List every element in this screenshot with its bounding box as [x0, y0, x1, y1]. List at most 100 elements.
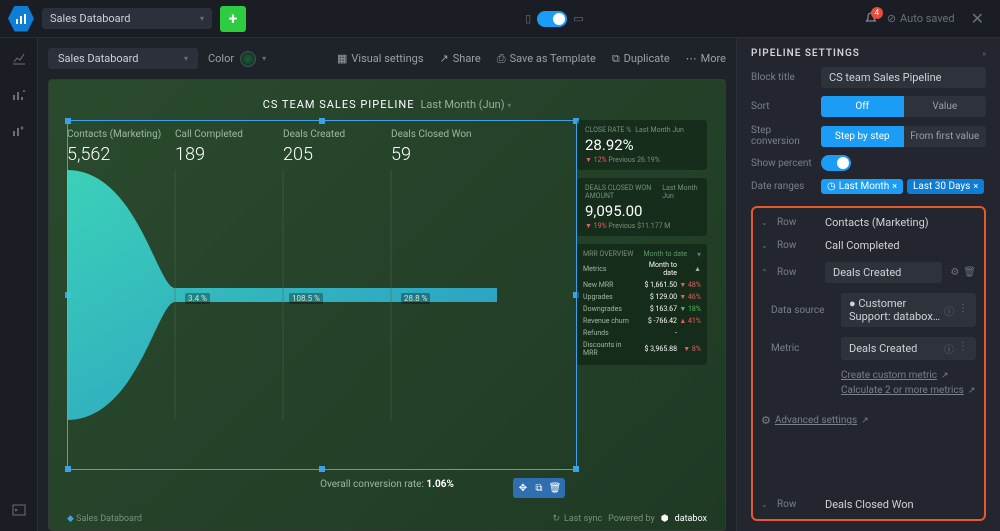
- copy-icon[interactable]: ⧉: [532, 481, 546, 495]
- sort-value-button[interactable]: Value: [904, 96, 987, 117]
- visual-settings-button[interactable]: ▦Visual settings: [337, 52, 424, 66]
- add-board-button[interactable]: +: [220, 6, 246, 32]
- panel-heading: PIPELINE SETTINGS: [751, 48, 860, 59]
- rail-goals-icon[interactable]: [10, 122, 28, 140]
- trash-icon[interactable]: 🗑: [548, 481, 562, 495]
- pipeline-row[interactable]: ⌄ Row Call Completed: [761, 239, 976, 252]
- down-arrow-icon: ▼: [585, 222, 594, 230]
- chevron-down-icon: ⌄: [761, 218, 769, 227]
- date-chip[interactable]: Last 30 Days×: [907, 179, 984, 194]
- step-pct: 3.4 %: [185, 293, 210, 304]
- from-first-button[interactable]: From first value: [904, 126, 987, 147]
- external-icon: ↗: [968, 386, 976, 396]
- rail-console-icon[interactable]: [10, 501, 28, 519]
- more-icon[interactable]: ⋮: [958, 303, 968, 318]
- more-button[interactable]: ⋯More: [686, 52, 726, 66]
- pipeline-row[interactable]: ⌄ Row Contacts (Marketing): [761, 216, 976, 229]
- metric-select[interactable]: Deals Createdⓘ⋮: [841, 337, 976, 360]
- check-circle-icon: ⊘: [887, 12, 896, 25]
- device-preview: ▯ ▭: [525, 11, 583, 27]
- desktop-icon[interactable]: ▭: [573, 12, 583, 25]
- settings-panel: PIPELINE SETTINGS » Block title CS team …: [736, 38, 1000, 531]
- save-template-button[interactable]: ⎙Save as Template: [497, 52, 596, 66]
- more-icon[interactable]: ⋮: [958, 341, 968, 356]
- board-selector[interactable]: Sales Databoard ▾: [42, 8, 212, 29]
- external-icon: ↗: [861, 416, 869, 426]
- sort-segment: Off Value: [821, 96, 986, 117]
- duplicate-button[interactable]: ⧉Duplicate: [612, 52, 670, 66]
- trash-icon[interactable]: 🗑: [963, 267, 976, 278]
- more-icon: ⋯: [686, 52, 697, 65]
- date-range-chips: ◷Last Month× Last 30 Days×: [821, 179, 984, 194]
- collapse-icon[interactable]: »: [982, 49, 986, 58]
- kpi-card-mrr[interactable]: MRR OVERVIEWMonth to date ▾ MetricsMonth…: [577, 244, 707, 365]
- data-source-label: Data source: [771, 305, 833, 316]
- board-selector-label: Sales Databoard: [50, 12, 130, 25]
- board-indicator-icon: ◆: [67, 514, 74, 524]
- table-row: Revenue churn$ -766.42▲ 41%: [583, 315, 701, 327]
- calculate-metrics-link[interactable]: Calculate 2 or more metrics: [841, 385, 964, 396]
- rows-highlight-box: ⌄ Row Contacts (Marketing) ⌄ Row Call Co…: [751, 206, 986, 521]
- board-footer: ◆ Sales Databoard ↻Last sync Powered by …: [67, 514, 707, 524]
- metric-label: Metric: [771, 343, 833, 354]
- color-picker[interactable]: Color ▾: [208, 51, 266, 67]
- last-sync[interactable]: ↻Last sync: [552, 514, 602, 524]
- sync-icon: ↻: [552, 514, 560, 524]
- clock-icon: ◷: [827, 181, 836, 192]
- databox-logo-icon: ⬢: [661, 514, 669, 524]
- share-button[interactable]: ↗Share: [440, 52, 481, 66]
- sort-icon: ▲: [677, 259, 701, 279]
- copy-icon: ⧉: [612, 52, 620, 66]
- funnel-chart: [67, 170, 497, 420]
- device-toggle[interactable]: [537, 11, 567, 27]
- pipeline-row[interactable]: ⌄ Row Deals Closed Won: [761, 498, 976, 511]
- notifications-button[interactable]: 4: [863, 11, 879, 27]
- block-title-label: Block title: [751, 72, 813, 83]
- pipeline-row-expanded[interactable]: ⌃ Row Deals Created ⚙🗑: [761, 262, 976, 283]
- kpi-card-amount[interactable]: DEALS CLOSED WON AMOUNTLast Month Jun 9,…: [577, 178, 707, 236]
- down-arrow-icon: ▼: [585, 156, 594, 164]
- period-selector[interactable]: Last Month (Jun) ▾: [421, 98, 512, 111]
- table-row: Refunds-: [583, 327, 701, 339]
- overall-conversion: Overall conversion rate: 1.06%: [320, 479, 454, 490]
- block-title-input[interactable]: CS team Sales Pipeline: [821, 67, 986, 88]
- chevron-down-icon: ▾: [184, 54, 188, 63]
- table-row: Discounts in MRR$ 3,965.88▼ 8%: [583, 339, 701, 359]
- sort-label: Sort: [751, 101, 813, 112]
- close-icon[interactable]: ×: [973, 182, 978, 192]
- mrr-table: MetricsMonth to date▲ New MRR$ 1,661.50▼…: [583, 259, 701, 359]
- date-chip[interactable]: ◷Last Month×: [821, 179, 903, 194]
- show-percent-toggle[interactable]: [821, 155, 851, 171]
- board-name-input[interactable]: Sales Databoard ▾: [48, 48, 198, 69]
- move-icon[interactable]: ✥: [516, 481, 530, 495]
- dashboard-board[interactable]: CS TEAM SALES PIPELINE Last Month (Jun) …: [48, 79, 726, 531]
- chevron-up-icon: ⌃: [761, 268, 769, 277]
- sort-off-button[interactable]: Off: [821, 96, 904, 117]
- gear-icon: ⚙: [761, 414, 771, 427]
- rail-chart-icon[interactable]: [10, 50, 28, 68]
- kpi-card-close-rate[interactable]: CLOSE RATE %Last Month Jun 28.92% ▼ 12% …: [577, 120, 707, 170]
- gear-icon[interactable]: ⚙: [950, 267, 959, 278]
- image-icon: ▦: [337, 52, 347, 65]
- row-value-input[interactable]: Deals Created: [825, 262, 942, 283]
- create-metric-link[interactable]: Create custom metric: [841, 370, 937, 381]
- close-button[interactable]: ✕: [963, 9, 992, 28]
- main-canvas: Sales Databoard ▾ Color ▾ ▦Visual settin…: [38, 38, 736, 531]
- advanced-settings-link[interactable]: Advanced settings: [775, 415, 857, 426]
- data-source-select[interactable]: ● Customer Support: databox…ⓘ⋮: [841, 293, 976, 327]
- chevron-down-icon: ▾: [200, 14, 204, 23]
- chevron-down-icon: ⌄: [761, 241, 769, 250]
- app-logo[interactable]: [8, 6, 34, 32]
- info-icon[interactable]: ⓘ: [944, 303, 954, 318]
- close-icon[interactable]: ×: [892, 182, 897, 192]
- table-row: Upgrades$ 129.00▼ 46%: [583, 291, 701, 303]
- rail-metrics-icon[interactable]: [10, 86, 28, 104]
- info-icon[interactable]: ⓘ: [944, 341, 954, 356]
- top-bar: Sales Databoard ▾ + ▯ ▭ 4 ⊘ Auto saved ✕: [0, 0, 1000, 38]
- phone-icon[interactable]: ▯: [525, 12, 531, 25]
- board-title: CS TEAM SALES PIPELINE Last Month (Jun) …: [67, 98, 707, 111]
- step-by-step-button[interactable]: Step by step: [821, 126, 904, 147]
- step-segment: Step by step From first value: [821, 126, 986, 147]
- save-icon: ⎙: [497, 52, 506, 66]
- step-pct: 108.5 %: [289, 293, 323, 304]
